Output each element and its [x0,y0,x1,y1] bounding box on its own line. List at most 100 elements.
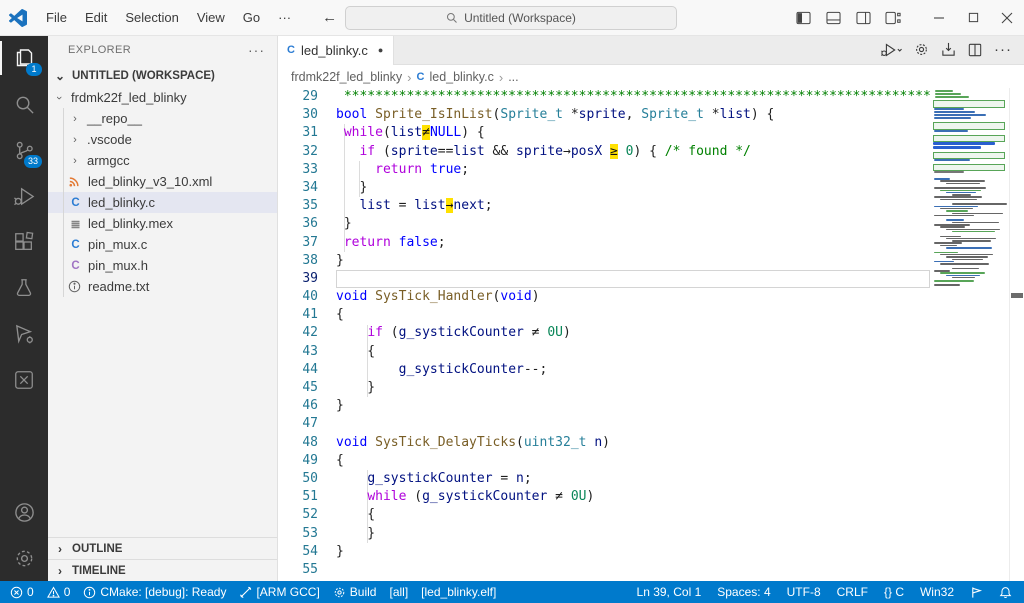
code-line-50[interactable]: 50 g_systickCounter = n; [277,470,930,488]
breadcrumb-item[interactable]: ... [508,70,518,84]
code-line-31[interactable]: 31 while(list≠NULL) { [277,124,930,142]
line-content[interactable]: g_systickCounter = n; [336,470,930,488]
code-line-52[interactable]: 52 { [277,506,930,524]
status-problems-errors[interactable]: 0 [10,585,34,599]
code-line-48[interactable]: 48void SysTick_DelayTicks(uint32_t n) [277,434,930,452]
line-number[interactable]: 37 [277,234,336,252]
line-number[interactable]: 34 [277,179,336,197]
line-content[interactable]: if (g_systickCounter ≠ 0U) [336,324,930,342]
line-content[interactable]: { [336,343,930,361]
code-line-42[interactable]: 42 if (g_systickCounter ≠ 0U) [277,324,930,342]
code-line-45[interactable]: 45 } [277,379,930,397]
line-content[interactable]: if (sprite==list && sprite→posX ≥ 0) { /… [336,143,930,161]
line-content[interactable]: ****************************************… [336,88,930,106]
modified-dot-icon[interactable]: ● [378,45,383,55]
activitybar-x-extension[interactable] [0,357,48,403]
code-line-44[interactable]: 44 g_systickCounter--; [277,361,930,379]
status-eol[interactable]: CRLF [837,585,868,599]
code-line-36[interactable]: 36 } [277,215,930,233]
line-number[interactable]: 48 [277,434,336,452]
line-number[interactable]: 46 [277,397,336,415]
more-actions-icon[interactable]: ··· [994,41,1012,58]
breadcrumb-item[interactable]: led_blinky.c [429,70,493,84]
activitybar-test-beaker[interactable] [0,265,48,311]
code-line-54[interactable]: 54} [277,543,930,561]
toggle-secondary-sidebar-icon[interactable] [848,0,878,35]
line-content[interactable]: } [336,379,930,397]
status-encoding[interactable]: UTF-8 [787,585,821,599]
folder--repo-[interactable]: ›__repo__ [48,108,277,129]
outline-section-header[interactable]: › OUTLINE [48,537,277,559]
line-number[interactable]: 49 [277,452,336,470]
command-center-search[interactable]: Untitled (Workspace) [345,6,677,30]
toggle-panel-icon[interactable] [818,0,848,35]
breadcrumb-item[interactable]: frdmk22f_led_blinky [291,70,402,84]
line-number[interactable]: 53 [277,525,336,543]
menu-file[interactable]: File [37,6,76,29]
activitybar-extensions[interactable] [0,219,48,265]
toggle-sidebar-icon[interactable] [788,0,818,35]
code-line-35[interactable]: 35 list = list→next; [277,197,930,215]
menu-view[interactable]: View [188,6,234,29]
tab-led-blinky[interactable]: C led_blinky.c ● [277,35,394,65]
status-cmake-kit[interactable]: [ARM GCC] [239,585,319,599]
folder-armgcc[interactable]: ›armgcc [48,150,277,171]
minimize-button[interactable] [922,0,956,35]
line-number[interactable]: 39 [277,270,336,288]
line-number[interactable]: 52 [277,506,336,524]
line-number[interactable]: 31 [277,124,336,142]
line-content[interactable]: g_systickCounter--; [336,361,930,379]
line-content[interactable]: { [336,506,930,524]
status-feedback[interactable] [970,586,983,599]
line-content[interactable]: void SysTick_Handler(void) [336,288,930,306]
status-problems-warnings[interactable]: 0 [47,585,71,599]
activitybar-run-debug[interactable] [0,173,48,219]
settings-gear-icon[interactable] [914,42,929,57]
code-line-33[interactable]: 33 return true; [277,161,930,179]
split-editor-icon[interactable] [968,43,982,57]
line-content[interactable]: } [336,215,930,233]
code-line-46[interactable]: 46} [277,397,930,415]
code-line-47[interactable]: 47 [277,415,930,433]
file-led-blinky-mex[interactable]: ≣led_blinky.mex [48,213,277,234]
line-number[interactable]: 51 [277,488,336,506]
line-number[interactable]: 47 [277,415,336,433]
line-number[interactable]: 33 [277,161,336,179]
activitybar-mcu-tools[interactable] [0,311,48,357]
code-line-53[interactable]: 53 } [277,525,930,543]
code-line-32[interactable]: 32 if (sprite==list && sprite→posX ≥ 0) … [277,143,930,161]
menu-edit[interactable]: Edit [76,6,116,29]
line-content[interactable]: } [336,179,930,197]
minimap[interactable] [930,88,1010,581]
code-line-51[interactable]: 51 while (g_systickCounter ≠ 0U) [277,488,930,506]
status-cursor-position[interactable]: Ln 39, Col 1 [637,585,702,599]
line-content[interactable]: } [336,543,930,561]
line-number[interactable]: 35 [277,197,336,215]
line-number[interactable]: 40 [277,288,336,306]
flash-download-icon[interactable] [941,42,956,57]
activitybar-settings[interactable] [0,535,48,581]
line-number[interactable]: 55 [277,561,336,579]
file-pin-mux-c[interactable]: Cpin_mux.c [48,234,277,255]
line-content[interactable]: while(list≠NULL) { [336,124,930,142]
activitybar-explorer[interactable]: 1 [0,35,48,81]
line-number[interactable]: 54 [277,543,336,561]
line-number[interactable]: 41 [277,306,336,324]
line-content[interactable] [336,561,930,579]
status-platform[interactable]: Win32 [920,585,954,599]
code-line-49[interactable]: 49{ [277,452,930,470]
line-content[interactable]: return false; [336,234,930,252]
code-line-39[interactable]: 39 [277,270,930,288]
status-launch-target[interactable]: [led_blinky.elf] [421,585,496,599]
status-language-mode[interactable]: {} C [884,585,904,599]
line-number[interactable]: 36 [277,215,336,233]
customize-layout-icon[interactable] [878,0,908,35]
file-readme-txt[interactable]: readme.txt [48,276,277,297]
close-button[interactable] [990,0,1024,35]
folder-frdmk22f-led-blinky[interactable]: ›frdmk22f_led_blinky [48,87,277,108]
line-content[interactable] [336,270,930,288]
code-line-43[interactable]: 43 { [277,343,930,361]
menu-[interactable]: ··· [269,6,300,29]
overview-ruler[interactable] [1009,88,1024,581]
line-number[interactable]: 42 [277,324,336,342]
